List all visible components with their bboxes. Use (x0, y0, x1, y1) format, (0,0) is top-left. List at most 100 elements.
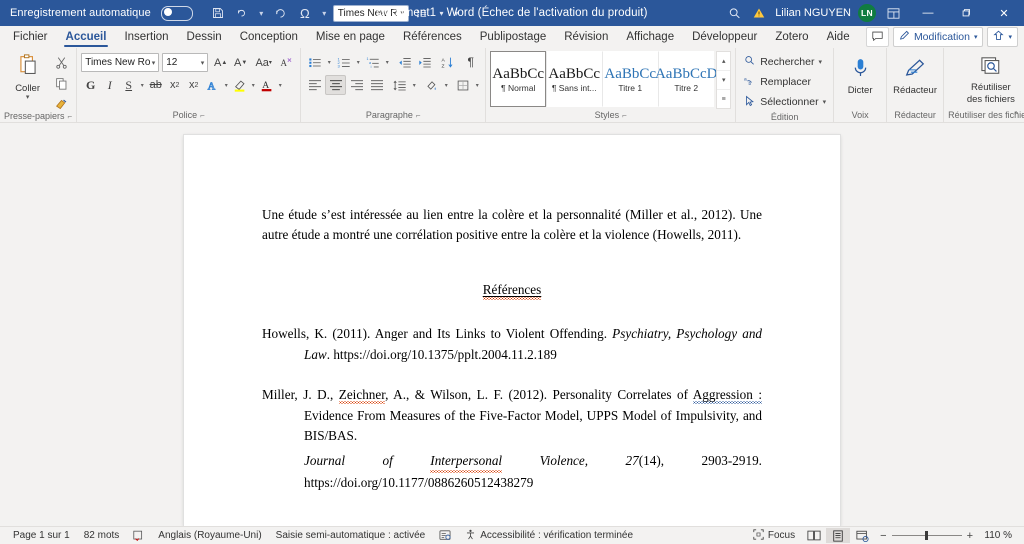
word-count[interactable]: 82 mots (77, 530, 127, 541)
font-color-button[interactable]: A (257, 76, 276, 94)
underline-button[interactable]: S (119, 76, 138, 94)
tab-dessin[interactable]: Dessin (178, 26, 231, 48)
zoom-slider-handle[interactable] (924, 531, 928, 540)
document-page[interactable]: Une étude s’est intéressée au lien entre… (184, 135, 840, 526)
print-layout-button[interactable] (826, 528, 851, 543)
dialog-launcher-icon[interactable]: ⌐ (68, 110, 73, 123)
tab-publipostage[interactable]: Publipostage (471, 26, 556, 48)
select-button[interactable]: Sélectionner ▾ (740, 93, 829, 111)
line-spacing-dropdown-icon[interactable]: ▾ (435, 3, 448, 23)
web-layout-button[interactable] (850, 528, 874, 543)
line-spacing-icon[interactable] (411, 3, 433, 23)
zoom-in-button[interactable]: + (967, 530, 973, 542)
more-commands-icon[interactable]: ▾ (450, 3, 463, 23)
accessibility-status[interactable]: Accessibilité : vérification terminée (458, 529, 640, 543)
page-indicator[interactable]: Page 1 sur 1 (6, 530, 77, 541)
tab-affichage[interactable]: Affichage (617, 26, 683, 48)
align-right-button[interactable] (347, 76, 366, 94)
user-name[interactable]: Lilian NGUYEN (771, 7, 855, 19)
reuse-files-button[interactable]: Réutiliser des fichiers (958, 54, 1024, 105)
undo-dropdown-icon[interactable]: ▾ (255, 3, 268, 23)
bullet-list-button[interactable] (305, 53, 324, 71)
dialog-launcher-icon[interactable]: ⌐ (200, 109, 205, 122)
editing-mode-button[interactable]: Modification ▾ (892, 27, 984, 47)
highlight-button[interactable] (230, 76, 249, 94)
text-effects-button[interactable]: A (203, 76, 222, 94)
cut-button[interactable] (52, 53, 71, 71)
comments-button[interactable] (865, 27, 889, 47)
scroll-down-icon[interactable]: ▾ (717, 70, 731, 89)
font-name-input[interactable]: Times New Ro ▾ (81, 53, 160, 72)
multilevel-list-button[interactable]: 1ai (363, 53, 382, 71)
zoom-level[interactable]: 110 % (978, 530, 1012, 541)
tab-conception[interactable]: Conception (231, 26, 307, 48)
bullet-dropdown-icon[interactable]: ▾ (325, 59, 333, 66)
redo-icon[interactable] (270, 3, 292, 23)
style-titre-1[interactable]: AaBbCc Titre 1 (602, 51, 659, 107)
scroll-up-icon[interactable]: ▴ (717, 52, 730, 70)
focus-button[interactable]: Focus (746, 528, 802, 543)
text-effects-dropdown-icon[interactable]: ▾ (222, 82, 230, 89)
avatar[interactable]: LN (858, 4, 876, 22)
more-styles-icon[interactable]: ≡ (717, 89, 731, 108)
search-icon[interactable] (721, 2, 747, 24)
shading-button[interactable] (422, 76, 441, 94)
style-normal[interactable]: AaBbCc ¶ Normal (490, 51, 547, 107)
borders-dropdown-icon[interactable]: ▾ (473, 82, 481, 89)
proofing-errors-icon[interactable] (126, 530, 151, 541)
numbering-dropdown-icon[interactable]: ▾ (354, 59, 362, 66)
tab-accueil[interactable]: Accueil (57, 26, 116, 48)
style-titre-2[interactable]: AaBbCcD Titre 2 (655, 51, 717, 107)
collapse-ribbon-icon[interactable]: ⌃ (1012, 110, 1020, 121)
tab-aide[interactable]: Aide (818, 26, 859, 48)
tab-references[interactable]: Références (394, 26, 471, 48)
dialog-launcher-icon[interactable]: ⌐ (416, 109, 421, 122)
tab-fichier[interactable]: Fichier (4, 26, 57, 48)
multilevel-dropdown-icon[interactable]: ▾ (383, 59, 391, 66)
decrease-indent-button[interactable] (395, 53, 414, 71)
omega-dropdown-icon[interactable]: ▾ (318, 3, 331, 23)
zoom-out-button[interactable]: − (880, 530, 886, 542)
save-icon[interactable] (207, 3, 229, 23)
line-spacing-dropdown-icon[interactable]: ▾ (410, 82, 418, 89)
omega-icon[interactable]: Ω (294, 3, 316, 23)
zoom-control[interactable]: − + 110 % (874, 530, 1018, 542)
paste-button[interactable]: Coller ▾ (6, 52, 50, 101)
subscript-button[interactable]: x2 (165, 76, 184, 94)
dialog-launcher-icon[interactable]: ⌐ (622, 109, 627, 122)
chevron-down-icon[interactable]: ▾ (26, 94, 30, 101)
quick-font-chip[interactable]: Times New R ▾ (332, 4, 409, 22)
dictate-button[interactable]: Dicter (838, 56, 882, 96)
find-button[interactable]: Rechercher ▾ (740, 53, 825, 71)
change-case-button[interactable]: Aa ▾ (251, 54, 276, 72)
close-button[interactable]: ✕ (986, 0, 1022, 26)
increase-indent-button[interactable] (415, 53, 434, 71)
show-paragraph-marks-button[interactable]: ¶ (461, 53, 480, 71)
chevron-down-icon[interactable]: ▾ (823, 98, 827, 106)
read-mode-button[interactable] (802, 528, 826, 543)
align-center-button[interactable] (325, 75, 347, 95)
underline-dropdown-icon[interactable]: ▾ (138, 82, 146, 89)
zoom-slider[interactable] (891, 531, 962, 540)
strikethrough-button[interactable]: ab (146, 76, 165, 94)
editor-button[interactable]: Rédacteur (891, 56, 939, 96)
tab-insertion[interactable]: Insertion (115, 26, 177, 48)
maximize-button[interactable] (948, 0, 984, 26)
share-button[interactable]: ▾ (987, 27, 1018, 47)
warning-icon[interactable] (749, 7, 769, 19)
tab-mise-en-page[interactable]: Mise en page (307, 26, 394, 48)
sort-button[interactable]: AZ (438, 53, 457, 71)
justify-button[interactable] (367, 76, 386, 94)
copy-button[interactable] (52, 74, 71, 92)
replace-button[interactable]: ab Remplacer (740, 73, 814, 91)
numbered-list-button[interactable]: 123 (334, 53, 353, 71)
undo-icon[interactable] (231, 3, 253, 23)
grow-font-button[interactable]: A ▲ (211, 54, 230, 72)
font-color-dropdown-icon[interactable]: ▾ (276, 82, 284, 89)
track-changes-icon[interactable] (432, 530, 458, 541)
style-sans-interligne[interactable]: AaBbCc ¶ Sans int... (546, 51, 603, 107)
shading-dropdown-icon[interactable]: ▾ (442, 82, 450, 89)
ribbon-display-options-icon[interactable] (878, 2, 908, 24)
tab-developpeur[interactable]: Développeur (683, 26, 766, 48)
font-size-input[interactable]: 12 ▾ (162, 53, 209, 72)
